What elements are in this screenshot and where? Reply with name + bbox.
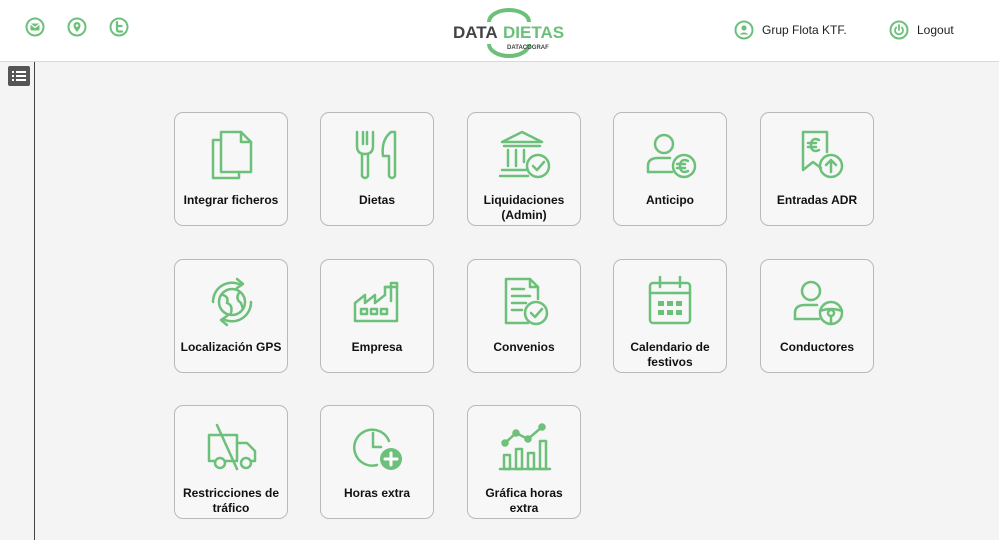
tile-anticipo[interactable]: Anticipo [613,112,727,226]
tile-convenios[interactable]: Convenios [467,259,581,373]
tile-calendario-festivos[interactable]: Calendario de festivos [613,259,727,373]
logout-button[interactable]: Logout [889,20,954,40]
user-menu[interactable]: Grup Flota KTF. [734,20,847,40]
clock-plus-icon [353,428,402,470]
tile-label: Conductores [779,340,854,354]
top-bar: DATA DIETAS DATACOGRAF Grup Flota KTF. L… [0,0,999,62]
document-check-icon [504,277,549,326]
tile-dietas[interactable]: Dietas [320,112,434,226]
tile-label: Anticipo [646,193,694,207]
tile-restricciones-trafico[interactable]: Restricciones de tráfico [174,405,288,519]
tile-entradas-adr[interactable]: Entradas ADR [760,112,874,226]
driver-icon [793,280,844,326]
tile-localizacion-gps[interactable]: Localización GPS [174,259,288,373]
globe-refresh-icon [211,277,253,327]
truck-restricted-icon [207,423,257,471]
tile-label: Entradas ADR [776,193,858,207]
tile-label: Restricciones de tráfico [182,486,280,515]
sidebar-toggle-button[interactable] [8,66,30,86]
fork-knife-icon [355,130,397,180]
tile-label: Gráfica horas extra [485,486,563,515]
list-menu-icon [12,71,26,81]
logo-text-left: DATA [453,23,498,42]
tile-label: Liquidaciones (Admin) [483,193,565,222]
location-icon[interactable] [67,17,87,37]
tile-grafica-horas-extra[interactable]: Gráfica horas extra [467,405,581,519]
chart-icon [498,423,552,471]
logo-subtext: DATACOGRAF [507,45,549,51]
calendar-icon [648,275,692,325]
logout-label: Logout [917,23,954,37]
factory-icon [353,281,399,323]
tile-integrar-ficheros[interactable]: Integrar ficheros [174,112,288,226]
bank-check-icon [498,130,551,179]
user-euro-icon [646,133,697,179]
tile-empresa[interactable]: Empresa [320,259,434,373]
twitter-icon[interactable] [109,17,129,37]
user-name: Grup Flota KTF. [762,23,847,37]
files-icon [211,130,253,180]
datadietas-logo: DATA DIETAS DATACOGRAF [453,8,564,58]
tile-label: Integrar ficheros [183,193,279,207]
tile-liquidaciones[interactable]: Liquidaciones (Admin) [467,112,581,226]
tile-label: Calendario de festivos [630,340,710,369]
power-icon [889,20,909,40]
email-icon[interactable] [25,17,45,37]
sidebar-divider [34,62,35,540]
tile-label: Localización GPS [180,340,282,354]
tile-label: Dietas [358,193,396,207]
user-icon [734,20,754,40]
receipt-euro-icon [801,130,844,179]
tile-horas-extra[interactable]: Horas extra [320,405,434,519]
logo-text-right: DIETAS [503,23,564,42]
tile-conductores[interactable]: Conductores [760,259,874,373]
tile-label: Empresa [351,340,403,354]
tile-label: Convenios [493,340,555,354]
tile-label: Horas extra [343,486,411,500]
